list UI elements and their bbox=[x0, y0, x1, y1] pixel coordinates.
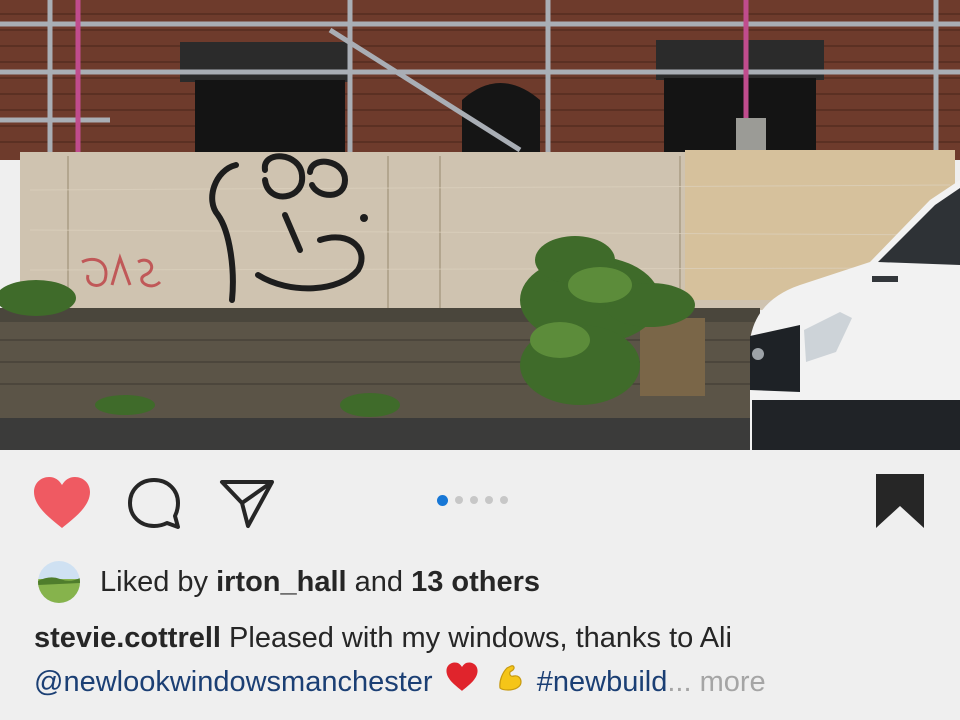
likes-prefix: Liked by bbox=[100, 565, 217, 598]
comment-icon[interactable] bbox=[126, 476, 182, 537]
carousel-dot bbox=[470, 496, 478, 504]
caption-mention[interactable]: @newlookwindowsmanchester bbox=[34, 666, 433, 698]
carousel-dot bbox=[485, 496, 493, 504]
carousel-dot bbox=[500, 496, 508, 504]
likes-joiner: and bbox=[346, 565, 412, 598]
likes-others-link[interactable]: 13 others bbox=[411, 566, 540, 598]
liker-avatar[interactable] bbox=[38, 561, 80, 603]
likes-summary: Liked by irton_hall and 13 others bbox=[38, 560, 540, 604]
flexed-biceps-emoji bbox=[495, 661, 525, 705]
carousel-dot bbox=[455, 496, 463, 504]
heart-icon[interactable] bbox=[32, 476, 92, 535]
caption-text: Pleased with my windows, thanks to Ali bbox=[220, 622, 732, 654]
post-photo[interactable] bbox=[0, 0, 960, 450]
bookmark-icon[interactable] bbox=[874, 472, 926, 535]
caption-ellipsis: ... bbox=[667, 666, 692, 698]
post-caption: stevie.cottrell Pleased with my windows,… bbox=[34, 616, 934, 705]
carousel-indicator bbox=[437, 494, 508, 506]
liker-username[interactable]: irton_hall bbox=[216, 566, 347, 598]
red-heart-emoji bbox=[445, 661, 479, 705]
building-site-photo bbox=[0, 0, 960, 450]
carousel-dot-active bbox=[437, 494, 448, 506]
caption-more-button[interactable]: more bbox=[692, 666, 766, 698]
caption-username[interactable]: stevie.cottrell bbox=[34, 622, 221, 654]
paper-plane-icon[interactable] bbox=[218, 476, 276, 535]
caption-hashtag[interactable]: #newbuild bbox=[537, 666, 668, 698]
